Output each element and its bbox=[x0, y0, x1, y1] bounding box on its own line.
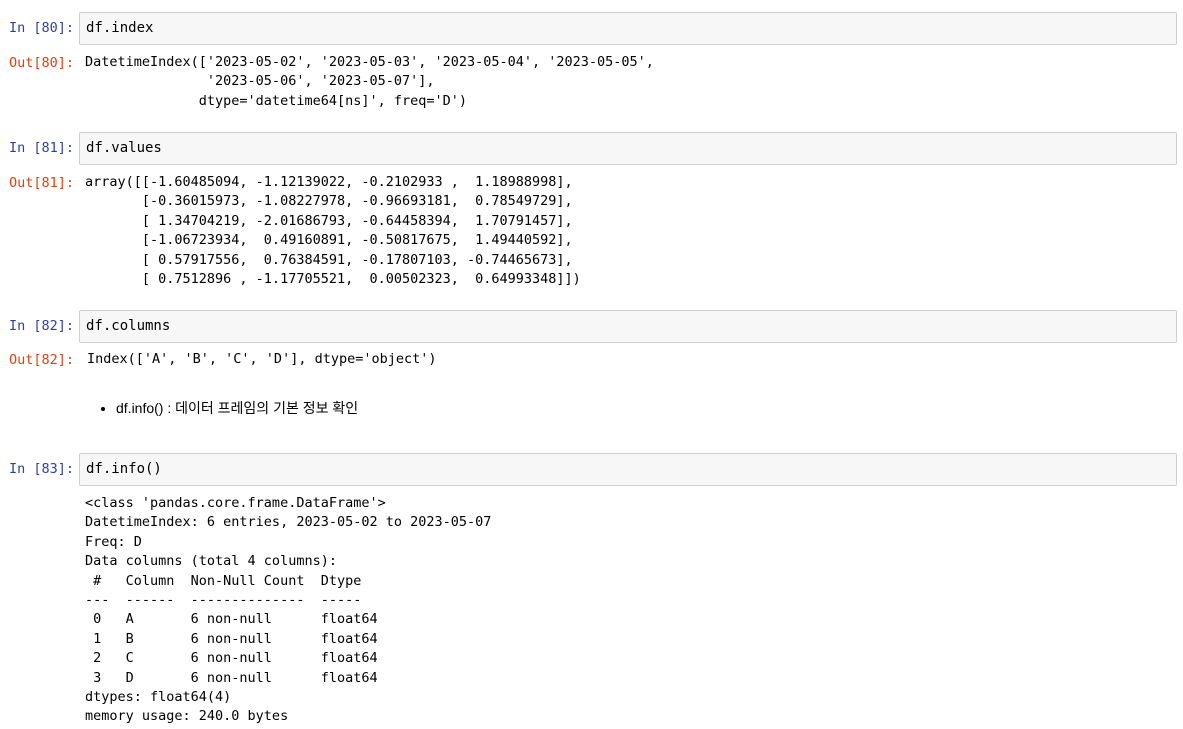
input-prompt: In [80]: bbox=[9, 20, 75, 36]
output-prompt: Out[82]: bbox=[9, 352, 75, 368]
code-input-area[interactable]: df.values bbox=[79, 132, 1177, 165]
code-text: df.values bbox=[86, 140, 162, 156]
code-text: df.index bbox=[86, 20, 154, 36]
cell-output: DatetimeIndex(['2023-05-02', '2023-05-03… bbox=[85, 54, 654, 109]
input-prompt: In [81]: bbox=[9, 140, 75, 156]
code-input-area[interactable]: df.info() bbox=[79, 453, 1177, 486]
cell-output: array([[-1.60485094, -1.12139022, -0.210… bbox=[85, 174, 581, 288]
input-prompt: In [82]: bbox=[9, 318, 75, 334]
bullet-list: df.info() : 데이터 프레임의 기본 정보 확인 bbox=[100, 398, 358, 418]
input-prompt: In [83]: bbox=[9, 461, 75, 477]
code-text: df.columns bbox=[86, 318, 171, 334]
code-text: df.info() bbox=[86, 461, 162, 477]
cell-stdout: <class 'pandas.core.frame.DataFrame'> Da… bbox=[85, 495, 492, 725]
cell-output: Index(['A', 'B', 'C', 'D'], dtype='objec… bbox=[87, 351, 437, 367]
markdown-cell: df.info() : 데이터 프레임의 기본 정보 확인 bbox=[100, 398, 358, 418]
code-input-area[interactable]: df.index bbox=[79, 12, 1177, 45]
bullet-item: df.info() : 데이터 프레임의 기본 정보 확인 bbox=[116, 398, 358, 418]
code-input-area[interactable]: df.columns bbox=[79, 310, 1177, 343]
output-prompt: Out[81]: bbox=[9, 175, 75, 191]
output-prompt: Out[80]: bbox=[9, 55, 75, 71]
